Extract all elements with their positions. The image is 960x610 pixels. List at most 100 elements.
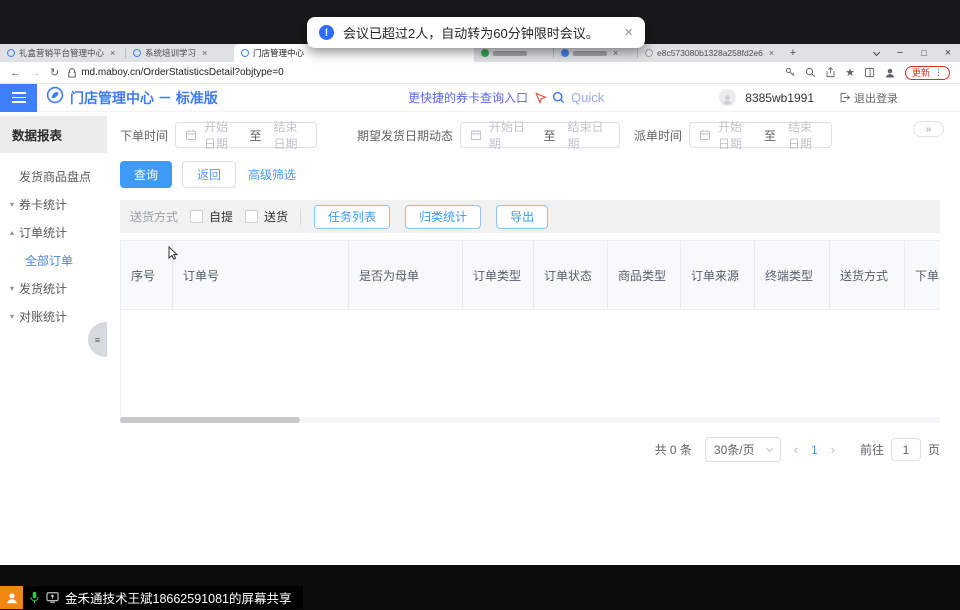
browser-update-chip[interactable]: 更新 <box>905 66 950 80</box>
microphone-icon[interactable] <box>29 591 40 604</box>
scrollbar-thumb[interactable] <box>120 417 300 423</box>
goto-label: 前往 <box>860 441 884 458</box>
col-terminal-type[interactable]: 终端类型 <box>755 241 830 309</box>
tab-title: 系统培训学习 <box>145 47 196 59</box>
calendar-icon <box>185 129 197 141</box>
tab-close-icon[interactable] <box>110 48 115 58</box>
query-button[interactable]: 查询 <box>120 161 172 188</box>
filter-label: 期望发货日期动态 <box>357 127 453 144</box>
table-body-empty <box>120 310 940 417</box>
caret-up-icon: ▴ <box>10 228 19 237</box>
filter-order-time: 下单时间 开始日期 至 结束日期 <box>120 122 317 148</box>
sidebar-menu: 发货商品盘点 ▾ 券卡统计 ▴ 订单统计 全部订单 ▾ 发货统计 <box>0 162 107 330</box>
page-unit-label: 页 <box>928 441 940 458</box>
checkbox-icon[interactable] <box>190 210 203 223</box>
sidebar-item-reconciliation-stats[interactable]: ▾ 对账统计 <box>0 302 107 330</box>
order-time-range-input[interactable]: 开始日期 至 结束日期 <box>175 122 317 148</box>
obscured-tab-title <box>493 51 527 56</box>
col-delivery-mode[interactable]: 送货方式 <box>830 241 905 309</box>
start-date-placeholder: 开始日期 <box>718 118 752 152</box>
export-button[interactable]: 导出 <box>496 205 548 229</box>
checkbox-icon[interactable] <box>245 210 258 223</box>
window-minimize-button[interactable] <box>888 44 912 62</box>
col-order-source[interactable]: 订单来源 <box>681 241 755 309</box>
next-page-button[interactable] <box>831 442 835 457</box>
browser-tab-2[interactable]: 系统培训学习 <box>126 44 234 62</box>
site-favicon-icon <box>561 49 569 57</box>
task-list-button[interactable]: 任务列表 <box>314 205 390 229</box>
quick-entry-link[interactable]: 更快捷的券卡查询入口 <box>408 89 528 106</box>
urlbar-actions: ★ 更新 <box>785 66 950 80</box>
expected-ship-range-input[interactable]: 开始日期 至 结束日期 <box>460 122 620 148</box>
profile-icon[interactable] <box>884 67 896 79</box>
logout-button[interactable]: 退出登录 <box>839 90 898 106</box>
forward-icon[interactable] <box>30 67 41 79</box>
participant-icon[interactable] <box>0 586 23 609</box>
app-body: 数据报表 发货商品盘点 ▾ 券卡统计 ▴ 订单统计 全部订单 ▾ <box>0 112 960 565</box>
sidebar-item-shipment-inventory[interactable]: 发货商品盘点 <box>0 162 107 190</box>
col-order-type[interactable]: 订单类型 <box>463 241 534 309</box>
back-icon[interactable] <box>10 67 21 79</box>
screen-share-icon <box>46 592 59 603</box>
reload-icon[interactable] <box>50 66 59 79</box>
url-value: md.maboy.cn/OrderStatisticsDetail?objtyp… <box>81 67 283 78</box>
username: 8385wb1991 <box>745 91 814 105</box>
back-button[interactable]: 返回 <box>182 161 236 188</box>
sidebar-item-coupon-stats[interactable]: ▾ 券卡统计 <box>0 190 107 218</box>
sidebar-item-order-stats[interactable]: ▴ 订单统计 <box>0 218 107 246</box>
key-icon[interactable] <box>785 67 796 78</box>
col-order-status[interactable]: 订单状态 <box>534 241 608 309</box>
update-label: 更新 <box>912 66 930 79</box>
tab-close-icon[interactable] <box>769 48 774 58</box>
category-stats-button[interactable]: 归类统计 <box>405 205 481 229</box>
window-menu-chevron-icon[interactable] <box>864 44 888 62</box>
logout-icon <box>839 92 850 103</box>
filter-dispatch-time: 派单时间 开始日期 至 结束日期 <box>634 122 832 148</box>
screen: ! 会议已超过2人，自动转为60分钟限时会议。 礼盒营销平台管理中心 系统培训学… <box>0 0 960 610</box>
tab-panel-icon[interactable] <box>864 67 875 78</box>
browser-tab-1[interactable]: 礼盒营销平台管理中心 <box>0 44 126 62</box>
new-tab-button[interactable] <box>784 44 802 62</box>
pagination: 共 0 条 30条/页 1 前往 页 <box>120 437 940 462</box>
tab-close-icon[interactable] <box>613 48 618 58</box>
goto-page-input[interactable] <box>891 438 921 461</box>
page-size-select[interactable]: 30条/页 <box>705 437 781 462</box>
start-date-placeholder: 开始日期 <box>204 118 237 152</box>
current-page[interactable]: 1 <box>811 443 818 457</box>
prev-page-button[interactable] <box>794 442 798 457</box>
app-logo-icon <box>46 86 64 109</box>
header-user-area: 8385wb1991 退出登录 <box>719 89 898 106</box>
col-parent-order[interactable]: 是否为母单 <box>349 241 463 309</box>
tab-title: 礼盒营销平台管理中心 <box>19 47 104 59</box>
share-icon[interactable] <box>825 67 836 78</box>
expand-panel-button[interactable] <box>913 121 944 137</box>
caret-down-icon: ▾ <box>10 284 19 293</box>
browser-tab-6[interactable]: e8c573080b1328a258fd2e6 <box>638 44 784 62</box>
advanced-filter-link[interactable]: 高级筛选 <box>248 166 296 183</box>
range-separator: 至 <box>250 127 262 144</box>
sidebar-item-delivery-stats[interactable]: ▾ 发货统计 <box>0 274 107 302</box>
hamburger-menu-button[interactable] <box>0 84 37 112</box>
col-order-time[interactable]: 下单时间 <box>905 241 940 309</box>
col-order-no[interactable]: 订单号 <box>173 241 349 309</box>
col-seq[interactable]: 序号 <box>121 241 173 309</box>
globe-favicon-icon <box>645 49 653 57</box>
sidebar-item-all-orders[interactable]: 全部订单 <box>0 246 107 274</box>
zoom-icon[interactable] <box>805 67 816 78</box>
checkbox-self-pickup[interactable]: 自提 <box>190 208 233 225</box>
quick-search-icon[interactable] <box>552 91 565 104</box>
tab-close-icon[interactable] <box>202 48 207 58</box>
window-maximize-button[interactable] <box>912 44 936 62</box>
browser-menu-icon[interactable] <box>934 67 943 78</box>
toast-message: 会议已超过2人，自动转为60分钟限时会议。 <box>343 23 615 42</box>
orders-table: 序号 订单号 是否为母单 订单类型 订单状态 商品类型 订单来源 终端类型 送货… <box>120 240 940 423</box>
checkbox-delivery[interactable]: 送货 <box>245 208 288 225</box>
address-bar[interactable]: md.maboy.cn/OrderStatisticsDetail?objtyp… <box>68 67 776 78</box>
quick-label[interactable]: Quick <box>571 90 604 105</box>
horizontal-scrollbar[interactable] <box>120 417 940 423</box>
window-close-button[interactable] <box>936 44 960 62</box>
col-product-type[interactable]: 商品类型 <box>608 241 681 309</box>
toast-close-icon[interactable] <box>624 24 633 41</box>
dispatch-time-range-input[interactable]: 开始日期 至 结束日期 <box>689 122 832 148</box>
bookmark-star-icon[interactable]: ★ <box>845 66 855 79</box>
